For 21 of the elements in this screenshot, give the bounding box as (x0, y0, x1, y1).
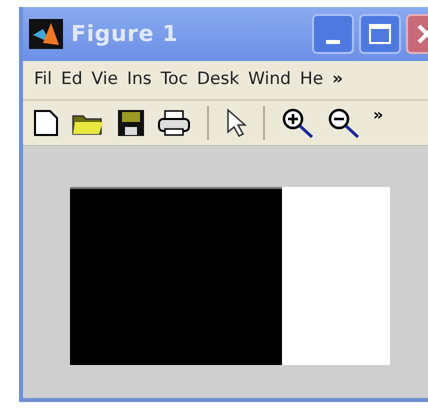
menu-item[interactable]: Wind (248, 67, 291, 93)
maximize-button[interactable] (359, 14, 401, 54)
menu-item[interactable]: Ed (61, 67, 83, 93)
menu-item[interactable]: Toc (160, 67, 188, 93)
menu-item[interactable]: Desk (196, 67, 240, 93)
app-logo-icon (29, 19, 63, 49)
zoom-in-icon[interactable] (281, 107, 315, 139)
zoom-out-icon[interactable] (327, 107, 361, 139)
printer-icon[interactable] (157, 109, 191, 137)
maximize-icon (369, 24, 391, 44)
pointer-arrow-icon[interactable] (225, 108, 247, 138)
menu-item[interactable]: He (300, 67, 324, 93)
menu-item[interactable]: Vie (92, 67, 118, 93)
minimize-icon (326, 40, 340, 44)
menu-overflow-chevron[interactable]: » (332, 67, 344, 93)
toolbar-overflow-chevron[interactable]: » (373, 103, 384, 127)
menu-item[interactable]: Fil (34, 67, 52, 93)
window-title: Figure 1 (71, 20, 178, 48)
menu-item[interactable]: Ins (127, 67, 152, 93)
new-file-icon[interactable] (33, 109, 59, 137)
minimize-button[interactable] (312, 14, 354, 54)
